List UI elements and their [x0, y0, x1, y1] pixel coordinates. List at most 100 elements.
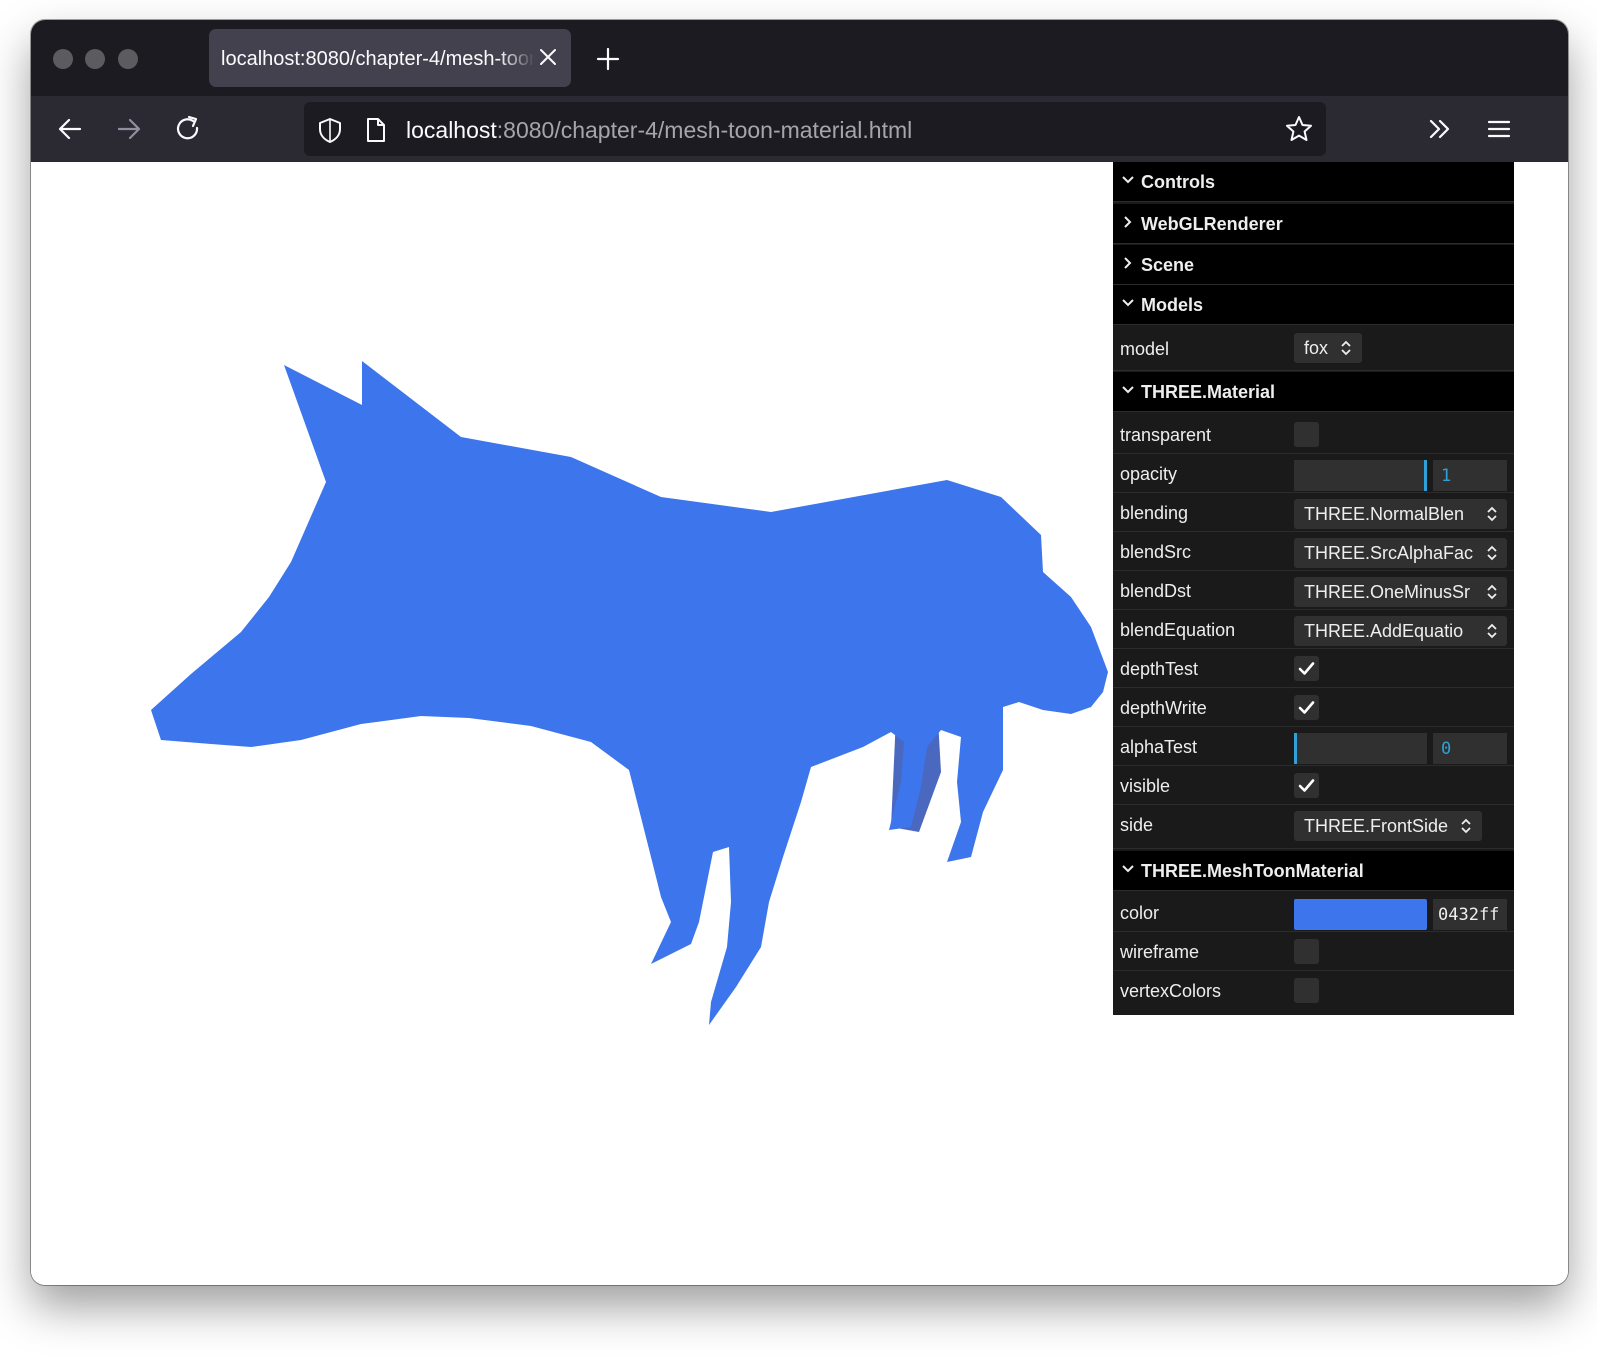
- folder-title: THREE.Material: [1141, 382, 1276, 402]
- fox-model: [151, 361, 1108, 1025]
- depthtest-checkbox[interactable]: [1294, 656, 1319, 681]
- row-blendsrc: blendSrc THREE.SrcAlphaFac: [1113, 532, 1514, 571]
- transparent-checkbox[interactable]: [1294, 422, 1319, 447]
- visible-checkbox[interactable]: [1294, 773, 1319, 798]
- blendsrc-select-value: THREE.SrcAlphaFac: [1304, 543, 1474, 563]
- minimize-window-button[interactable]: [85, 49, 105, 69]
- row-opacity: opacity 1: [1113, 454, 1514, 493]
- address-bar[interactable]: localhost:8080/chapter-4/mesh-toon-mater…: [304, 102, 1326, 156]
- folder-three-material[interactable]: THREE.Material: [1113, 372, 1514, 412]
- chevron-down-icon: [1122, 299, 1134, 307]
- checkmark-icon: [1298, 701, 1315, 714]
- color-swatch[interactable]: [1294, 899, 1427, 930]
- wireframe-label: wireframe: [1120, 942, 1200, 962]
- select-arrows-icon: [1487, 584, 1497, 600]
- row-transparent: transparent: [1113, 415, 1514, 454]
- folder-three-meshtoonmaterial[interactable]: THREE.MeshToonMaterial: [1113, 851, 1514, 891]
- row-blenddst: blendDst THREE.OneMinusSr: [1113, 571, 1514, 610]
- blendequation-select[interactable]: THREE.AddEquatio: [1294, 616, 1507, 646]
- bookmark-star-icon[interactable]: [1284, 114, 1314, 144]
- chevron-right-icon: [1124, 257, 1132, 269]
- depthwrite-checkbox[interactable]: [1294, 695, 1319, 720]
- reload-icon[interactable]: [172, 113, 204, 145]
- select-arrows-icon: [1341, 340, 1351, 356]
- url-text[interactable]: localhost:8080/chapter-4/mesh-toon-mater…: [406, 117, 912, 144]
- blending-label: blending: [1120, 503, 1189, 523]
- forward-arrow-icon[interactable]: [113, 113, 145, 145]
- color-hex-value: 0432ff: [1438, 905, 1500, 925]
- close-window-button[interactable]: [53, 49, 73, 69]
- blending-select-value: THREE.NormalBlen: [1304, 504, 1465, 524]
- overflow-chevrons-icon[interactable]: [1424, 113, 1456, 145]
- alphatest-value: 0: [1441, 739, 1452, 759]
- folder-controls[interactable]: Controls: [1113, 162, 1514, 202]
- blendequation-select-value: THREE.AddEquatio: [1304, 621, 1464, 641]
- fox-model-silhouette: [151, 361, 1108, 1025]
- side-select[interactable]: THREE.FrontSide: [1294, 811, 1482, 841]
- row-color: color 0432ff: [1113, 893, 1514, 932]
- alphatest-label: alphaTest: [1120, 737, 1198, 757]
- zoom-window-button[interactable]: [118, 49, 138, 69]
- chevron-down-icon: [1122, 865, 1134, 873]
- blending-select[interactable]: THREE.NormalBlen: [1294, 499, 1507, 529]
- navigation-toolbar: localhost:8080/chapter-4/mesh-toon-mater…: [31, 96, 1568, 162]
- blendsrc-select[interactable]: THREE.SrcAlphaFac: [1294, 538, 1507, 568]
- opacity-label: opacity: [1120, 464, 1178, 484]
- row-visible: visible: [1113, 766, 1514, 805]
- model-select[interactable]: fox: [1294, 333, 1362, 363]
- new-tab-plus-icon[interactable]: [593, 44, 623, 74]
- depthtest-label: depthTest: [1120, 659, 1199, 679]
- checkmark-icon: [1298, 662, 1315, 675]
- webgl-canvas[interactable]: [31, 162, 1113, 1285]
- transparent-label: transparent: [1120, 425, 1212, 445]
- alphatest-input[interactable]: 0: [1433, 733, 1507, 764]
- alphatest-slider[interactable]: [1294, 733, 1427, 764]
- shield-icon[interactable]: [316, 116, 344, 144]
- row-depthwrite: depthWrite: [1113, 688, 1514, 727]
- dat-gui-panel: Controls WebGLRenderer Scene Models mode…: [1113, 162, 1514, 1015]
- folder-webglrenderer[interactable]: WebGLRenderer: [1113, 204, 1514, 244]
- url-path: :8080/chapter-4/mesh-toon-material.html: [496, 117, 913, 143]
- row-vertexcolors: vertexColors: [1113, 971, 1514, 1010]
- chevron-down-icon: [1122, 176, 1134, 184]
- close-icon[interactable]: [535, 44, 561, 70]
- model-select-value: fox: [1304, 338, 1329, 358]
- color-hex-input[interactable]: 0432ff: [1433, 899, 1507, 930]
- select-arrows-icon: [1461, 818, 1471, 834]
- vertexcolors-checkbox[interactable]: [1294, 978, 1319, 1003]
- color-label: color: [1120, 903, 1160, 923]
- chevron-right-icon: [1124, 216, 1132, 228]
- vertexcolors-label: vertexColors: [1120, 981, 1222, 1001]
- page-content: Controls WebGLRenderer Scene Models mode…: [31, 162, 1568, 1285]
- back-arrow-icon[interactable]: [54, 113, 86, 145]
- side-label: side: [1120, 815, 1154, 835]
- opacity-slider-fill: [1294, 460, 1427, 491]
- row-blending: blending THREE.NormalBlen: [1113, 493, 1514, 532]
- model-label: model: [1120, 339, 1170, 359]
- row-side: side THREE.FrontSide: [1113, 805, 1514, 849]
- wireframe-checkbox[interactable]: [1294, 939, 1319, 964]
- folder-title: Models: [1141, 295, 1204, 315]
- opacity-input[interactable]: 1: [1433, 460, 1507, 491]
- folder-title: WebGLRenderer: [1141, 214, 1283, 234]
- row-alphatest: alphaTest 0: [1113, 727, 1514, 766]
- chevron-down-icon: [1122, 386, 1134, 394]
- blenddst-select[interactable]: THREE.OneMinusSr: [1294, 577, 1507, 607]
- visible-label: visible: [1120, 776, 1171, 796]
- tab-active[interactable]: localhost:8080/chapter-4/mesh-toon-mater…: [209, 29, 571, 87]
- browser-window: localhost:8080/chapter-4/mesh-toon-mater…: [31, 20, 1568, 1285]
- blenddst-label: blendDst: [1120, 581, 1192, 601]
- url-host: localhost: [406, 117, 497, 143]
- folder-models[interactable]: Models: [1113, 285, 1514, 325]
- folder-title: Scene: [1141, 255, 1195, 275]
- side-select-value: THREE.FrontSide: [1304, 816, 1449, 836]
- row-blendequation: blendEquation THREE.AddEquatio: [1113, 610, 1514, 649]
- folder-scene[interactable]: Scene: [1113, 245, 1514, 285]
- tab-title: localhost:8080/chapter-4/mesh-toon-mater…: [221, 48, 533, 70]
- page-icon[interactable]: [362, 116, 390, 144]
- title-bar: localhost:8080/chapter-4/mesh-toon-mater…: [31, 20, 1568, 96]
- hamburger-menu-icon[interactable]: [1483, 113, 1515, 145]
- opacity-slider[interactable]: [1294, 460, 1427, 491]
- opacity-value: 1: [1441, 466, 1452, 486]
- folder-title: THREE.MeshToonMaterial: [1141, 861, 1364, 881]
